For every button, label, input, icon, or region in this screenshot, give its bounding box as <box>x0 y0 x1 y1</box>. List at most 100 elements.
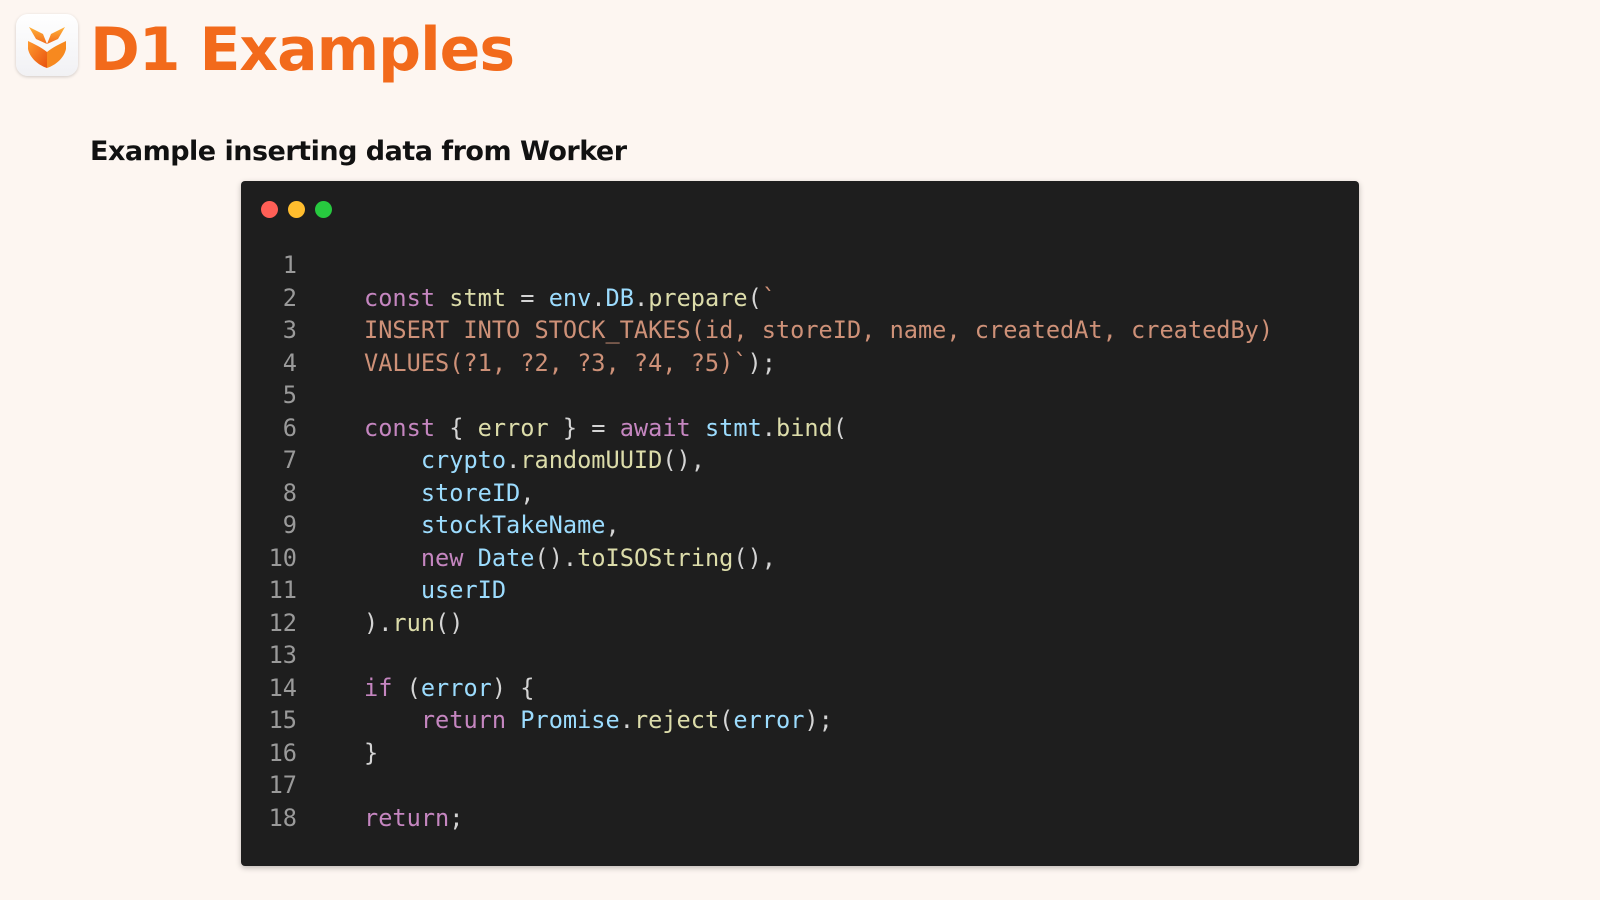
code-text: if (error) { <box>364 672 535 705</box>
code-token: ); <box>804 706 833 734</box>
code-token: ( <box>747 283 762 312</box>
line-number: 2 <box>282 283 297 312</box>
code-token: ; <box>449 803 464 832</box>
code-token: ). <box>364 608 393 637</box>
code-token: new <box>420 543 464 572</box>
code-token: return <box>364 803 450 832</box>
code-token: Promise <box>520 706 620 734</box>
code-token: error <box>477 413 549 442</box>
code-token: randomUUID <box>520 446 663 474</box>
code-token: , <box>605 511 620 539</box>
code-text: INSERT INTO STOCK_TAKES(id, storeID, nam… <box>364 314 1273 347</box>
code-token: (), <box>662 446 705 474</box>
code-text: stockTakeName, <box>364 509 620 542</box>
code-line: 13 <box>241 639 1359 672</box>
code-line: 16} <box>241 737 1359 770</box>
code-token: (), <box>733 543 777 572</box>
code-token: . <box>619 706 634 734</box>
code-token: { <box>435 413 478 442</box>
line-number: 5 <box>282 381 297 409</box>
code-token: . <box>761 413 777 442</box>
code-token: run <box>392 608 436 637</box>
line-number: 7 <box>282 446 297 474</box>
code-line: 8 storeID, <box>241 477 1359 510</box>
code-token: await <box>619 413 691 442</box>
line-number: 6 <box>282 413 297 442</box>
line-number: 12 <box>268 608 297 637</box>
line-number: 10 <box>268 543 297 572</box>
code-text: const stmt = env.DB.prepare(` <box>364 282 776 315</box>
code-token: if <box>364 673 393 702</box>
code-token: error <box>420 673 492 702</box>
code-token: const <box>364 413 436 442</box>
line-number: 13 <box>268 641 297 669</box>
line-number: 11 <box>268 576 297 604</box>
code-line: 15 return Promise.reject(error); <box>241 704 1359 737</box>
code-window: 1 2 const stmt = env.DB.prepare(` 3 INSERT I… <box>241 181 1359 866</box>
cloudflare-d1-logo-icon <box>16 14 78 76</box>
code-token: ( <box>719 706 734 734</box>
code-line: 14 if (error) { <box>241 672 1359 705</box>
line-number: 17 <box>268 771 297 799</box>
code-text: return; <box>364 802 463 835</box>
code-text: crypto.randomUUID(), <box>364 444 705 477</box>
line-number: 16 <box>268 738 297 767</box>
code-line: 7 crypto.randomUUID(), <box>241 444 1359 477</box>
code-token: INSERT INTO STOCK_TAKES(id, storeID, nam… <box>364 316 1274 344</box>
code-block: 1 2 const stmt = env.DB.prepare(` 3 INSERT I… <box>241 249 1359 834</box>
code-token: ( <box>392 673 421 702</box>
code-line: 2 const stmt = env.DB.prepare(` <box>241 282 1359 315</box>
page-title: D1 Examples <box>90 15 515 85</box>
code-text: storeID, <box>364 477 535 510</box>
code-token: ( <box>832 413 848 442</box>
code-token: , <box>520 478 535 507</box>
code-token: (). <box>534 543 578 572</box>
code-token: reject <box>633 706 720 734</box>
code-line: 18 return; <box>241 802 1359 835</box>
line-number: 1 <box>282 251 297 279</box>
code-line: 4 VALUES(?1, ?2, ?3, ?4, ?5)`); <box>241 347 1359 380</box>
code-token: userID <box>420 576 507 604</box>
line-number: 8 <box>282 478 297 507</box>
code-token: DB <box>605 283 634 312</box>
code-token: storeID <box>420 478 521 507</box>
code-token: . <box>591 283 606 312</box>
code-token: . <box>633 283 649 312</box>
code-text: new Date().toISOString(), <box>364 542 776 575</box>
code-line: 10 new Date().toISOString(), <box>241 542 1359 575</box>
line-number: 3 <box>282 316 297 344</box>
code-token: const <box>364 283 436 312</box>
code-line: 9 stockTakeName, <box>241 509 1359 542</box>
code-line: 12 ).run() <box>241 607 1359 640</box>
code-token: crypto <box>420 446 507 474</box>
code-token: } = <box>548 413 620 442</box>
line-number: 18 <box>268 803 297 832</box>
code-token: bind <box>776 413 833 442</box>
code-token: return <box>420 706 507 734</box>
minimize-dot <box>288 201 305 218</box>
code-token: toISOString <box>577 543 734 572</box>
maximize-dot <box>315 201 332 218</box>
line-number: 15 <box>268 706 297 734</box>
code-text: ).run() <box>364 607 463 640</box>
line-number: 9 <box>282 511 297 539</box>
code-text: const { error } = await stmt.bind( <box>364 412 847 445</box>
code-token: error <box>733 706 805 734</box>
code-token: ` <box>761 283 777 312</box>
code-line: 17 <box>241 769 1359 802</box>
close-dot <box>261 201 278 218</box>
code-text: userID <box>364 574 506 607</box>
code-line: 11 userID <box>241 574 1359 607</box>
code-token: stmt <box>704 413 762 442</box>
code-token: ) { <box>491 673 535 702</box>
code-token: } <box>364 738 379 767</box>
